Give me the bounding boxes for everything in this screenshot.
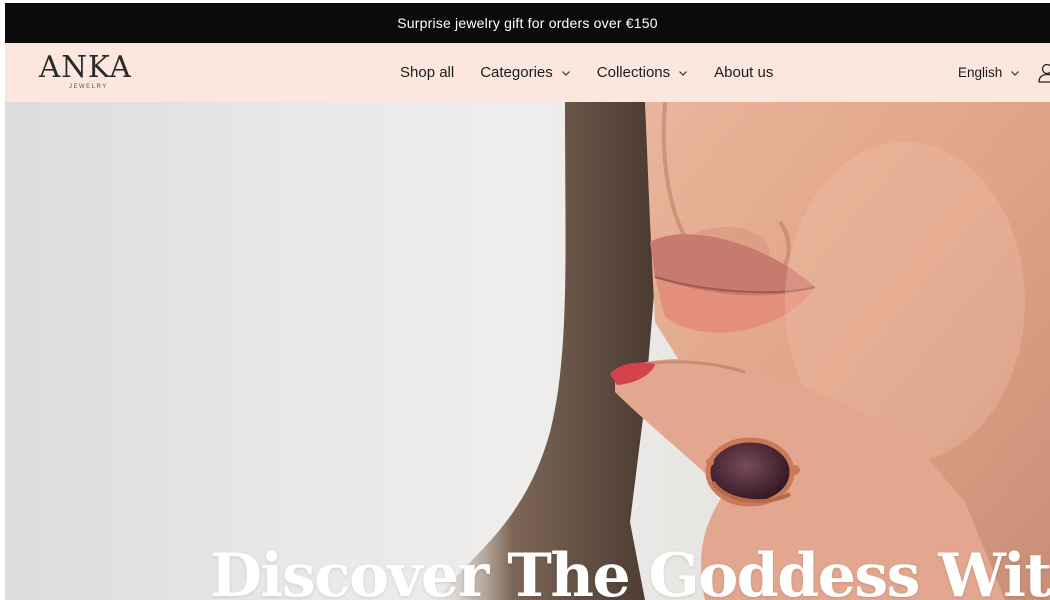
brand-logo[interactable]: ANKA JEWELRY — [39, 52, 149, 96]
nav-item-label: About us — [714, 64, 774, 81]
nav-item-about-us[interactable]: About us — [714, 64, 773, 81]
chevron-down-icon — [1011, 70, 1020, 76]
nav-item-categories[interactable]: Categories — [480, 64, 571, 81]
nav-item-label: Shop all — [400, 64, 455, 81]
nav-item-collections[interactable]: Collections — [597, 64, 688, 81]
hero-banner: Discover The Goddess Within — [5, 102, 1050, 600]
announcement-text: Surprise jewelry gift for orders over €1… — [397, 15, 658, 31]
nav-item-label: Collections — [596, 64, 671, 81]
brand-tagline: JEWELRY — [69, 84, 108, 90]
site-header: ANKA JEWELRY Shop all Categories Collect… — [5, 43, 1050, 102]
brand-name: ANKA — [39, 50, 132, 85]
main-nav: Shop all Categories Collections About us — [400, 43, 799, 102]
language-selector[interactable]: English — [958, 43, 1020, 102]
chevron-down-icon — [679, 70, 688, 76]
user-icon[interactable] — [1038, 63, 1050, 83]
page-frame: Surprise jewelry gift for orders over €1… — [5, 3, 1050, 600]
hero-title: Discover The Goddess Within — [210, 541, 1050, 600]
nav-item-label: Categories — [480, 64, 553, 81]
language-label: English — [958, 65, 1003, 80]
chevron-down-icon — [561, 70, 570, 76]
hero-image — [435, 102, 1050, 600]
nav-item-shop-all[interactable]: Shop all — [400, 64, 454, 81]
announcement-bar: Surprise jewelry gift for orders over €1… — [5, 3, 1050, 43]
